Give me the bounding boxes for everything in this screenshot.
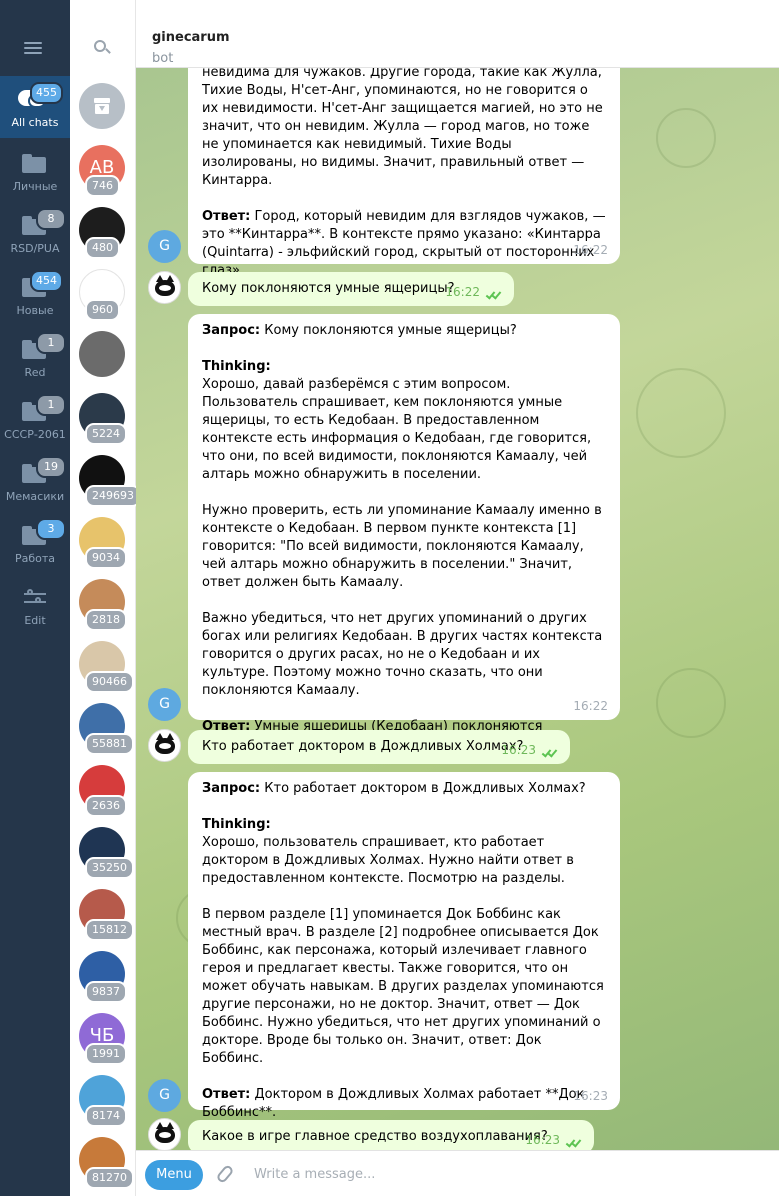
unread-badge: 15812 bbox=[85, 919, 134, 941]
folder-lichnye[interactable]: Личные bbox=[0, 140, 70, 202]
chat-avatar-initials bbox=[79, 331, 125, 377]
folder-label: Работа bbox=[14, 552, 56, 565]
chat-panel: ginecarum bot невидима для чужаков. Друг… bbox=[136, 0, 779, 1196]
unread-badge: 2818 bbox=[85, 609, 127, 631]
message-time: 16:23 bbox=[573, 1089, 608, 1103]
chat-list: AB 746 480 960 5224 249693 9034 2818 90466 55881 2… bbox=[70, 0, 141, 1196]
query-text: Кто работает доктором в Дождливых Холмах… bbox=[260, 781, 586, 796]
unread-badge: 5224 bbox=[85, 423, 127, 445]
folder-label: СССР-2061 bbox=[4, 428, 66, 441]
answer-text: Город, который невидим для взглядов чужа… bbox=[202, 209, 610, 278]
query-text: Кому поклоняются умные ящерицы? bbox=[260, 323, 517, 338]
unread-badge: 35250 bbox=[85, 857, 134, 879]
search-icon[interactable] bbox=[94, 40, 111, 56]
unread-badge: 81270 bbox=[85, 1167, 134, 1189]
archive-icon bbox=[94, 98, 110, 114]
folder-badge: 19 bbox=[36, 456, 66, 478]
unread-badge: 55881 bbox=[85, 733, 134, 755]
outgoing-message[interactable]: Кому поклоняются умные ящерицы? 16:22 bbox=[188, 272, 514, 306]
folder-badge: 3 bbox=[36, 518, 66, 540]
chat-header[interactable]: ginecarum bot bbox=[136, 0, 779, 68]
chat-wallpaper: невидима для чужаков. Другие города, так… bbox=[136, 68, 779, 1150]
folder-label: Edit bbox=[24, 614, 46, 627]
unread-badge: 9837 bbox=[85, 981, 127, 1003]
message-composer: Menu bbox=[136, 1150, 779, 1196]
chat-avatar[interactable] bbox=[79, 83, 125, 129]
outgoing-message[interactable]: Какое в игре главное средство воздухопла… bbox=[188, 1120, 594, 1150]
message-time: 16:23 bbox=[501, 743, 536, 757]
query-label: Запрос: bbox=[202, 781, 261, 796]
wallpaper-doodle bbox=[636, 368, 726, 458]
folder-badge: 1 bbox=[36, 332, 66, 354]
unread-badge: 960 bbox=[85, 299, 120, 321]
folder-sidebar: 455 All chats Личные 8 RSD/PUA 454 Новые… bbox=[0, 0, 70, 1196]
incoming-message[interactable]: Запрос: Кому поклоняются умные ящерицы? … bbox=[188, 314, 620, 752]
answer-label: Ответ: bbox=[202, 209, 251, 224]
folder-badge: 454 bbox=[30, 270, 63, 292]
folder-rsd-pua[interactable]: 8 RSD/PUA bbox=[0, 202, 70, 264]
message-time: 16:22 bbox=[445, 285, 480, 299]
folder-label: Новые bbox=[16, 304, 54, 317]
message-text: Какое в игре главное средство воздухопла… bbox=[202, 1129, 548, 1144]
folder-sssr-2061[interactable]: 1 СССР-2061 bbox=[0, 388, 70, 450]
folder-novye[interactable]: 454 Новые bbox=[0, 264, 70, 326]
folder-label: Мемасики bbox=[5, 490, 65, 503]
folder-all-chats[interactable]: 455 All chats bbox=[0, 76, 70, 138]
chat-title: ginecarum bbox=[152, 30, 230, 45]
folder-label: RSD/PUA bbox=[10, 242, 60, 255]
folder-label: Личные bbox=[12, 180, 58, 193]
unread-badge: 2636 bbox=[85, 795, 127, 817]
bot-avatar[interactable]: G bbox=[148, 1079, 181, 1112]
incoming-message[interactable]: невидима для чужаков. Другие города, так… bbox=[188, 68, 620, 278]
message-time: 16:22 bbox=[573, 243, 608, 257]
folder-icon bbox=[22, 154, 46, 173]
folder-badge: 455 bbox=[30, 82, 63, 104]
chat-avatar[interactable] bbox=[79, 331, 125, 377]
thinking-text: Хорошо, пользователь спрашивает, кто раб… bbox=[202, 835, 604, 1066]
query-label: Запрос: bbox=[202, 323, 261, 338]
folder-label: All chats bbox=[11, 116, 59, 129]
folder-label: Red bbox=[24, 366, 46, 379]
folder-edit[interactable]: Edit bbox=[0, 574, 70, 636]
message-time: 16:22 bbox=[573, 699, 608, 713]
unread-badge: 8174 bbox=[85, 1105, 127, 1127]
folder-red[interactable]: 1 Red bbox=[0, 326, 70, 388]
edit-icon bbox=[24, 589, 46, 606]
bot-avatar[interactable]: G bbox=[148, 230, 181, 263]
folder-memasiki[interactable]: 19 Мемасики bbox=[0, 450, 70, 512]
folder-rabota[interactable]: 3 Работа bbox=[0, 512, 70, 574]
double-check-icon bbox=[541, 747, 560, 758]
outgoing-message[interactable]: Кто работает доктором в Дождливых Холмах… bbox=[188, 730, 570, 764]
unread-badge: 746 bbox=[85, 175, 120, 197]
answer-text: Доктором в Дождливых Холмах работает **Д… bbox=[202, 1087, 589, 1120]
message-input[interactable] bbox=[254, 1163, 754, 1185]
double-check-icon bbox=[565, 1137, 584, 1148]
thinking-label: Thinking: bbox=[202, 817, 271, 832]
user-avatar[interactable] bbox=[148, 271, 181, 304]
thinking-text: Хорошо, давай разберёмся с этим вопросом… bbox=[202, 377, 603, 698]
folder-badge: 8 bbox=[36, 208, 66, 230]
attach-icon[interactable] bbox=[215, 1163, 235, 1185]
folder-badge: 1 bbox=[36, 394, 66, 416]
thinking-label: Thinking: bbox=[202, 359, 271, 374]
unread-badge: 1991 bbox=[85, 1043, 127, 1065]
bot-avatar[interactable]: G bbox=[148, 688, 181, 721]
unread-badge: 90466 bbox=[85, 671, 134, 693]
user-avatar[interactable] bbox=[148, 729, 181, 762]
message-text: невидима для чужаков. Другие города, так… bbox=[202, 68, 607, 188]
chat-subtitle: bot bbox=[152, 51, 174, 66]
double-check-icon bbox=[485, 289, 504, 300]
unread-badge: 480 bbox=[85, 237, 120, 259]
user-avatar[interactable] bbox=[148, 1118, 181, 1150]
message-time: 16:23 bbox=[525, 1133, 560, 1147]
bot-menu-button[interactable]: Menu bbox=[145, 1160, 203, 1190]
incoming-message[interactable]: Запрос: Кто работает доктором в Дождливы… bbox=[188, 772, 620, 1120]
wallpaper-doodle bbox=[656, 668, 726, 738]
answer-label: Ответ: bbox=[202, 1087, 251, 1102]
wallpaper-doodle bbox=[656, 108, 716, 168]
menu-icon[interactable] bbox=[24, 42, 42, 54]
unread-badge: 249693 bbox=[85, 485, 141, 507]
unread-badge: 9034 bbox=[85, 547, 127, 569]
